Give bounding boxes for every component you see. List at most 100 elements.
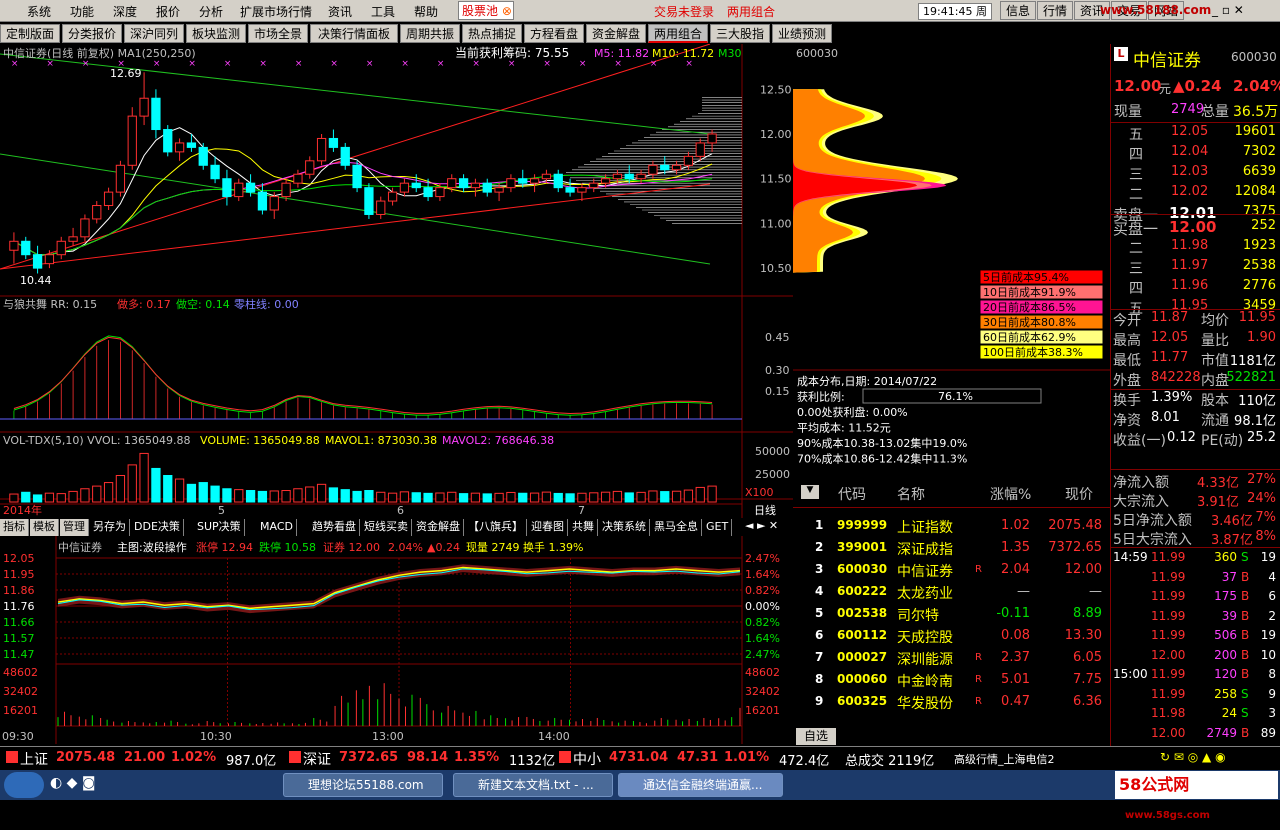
subtab-6[interactable]: MACD — [257, 519, 297, 536]
tab-10[interactable]: 两用组合 — [648, 24, 708, 43]
ask-volume: 7375 — [1242, 204, 1276, 219]
chip-legend-text-4: 60日前成本62.9% — [983, 330, 1076, 344]
intraday-vol-tick-r-2: 16201 — [745, 704, 780, 717]
volume-bar — [293, 488, 303, 503]
watchlist-row[interactable]: 7 000027 深圳能源 R 2.37 6.05 — [793, 650, 1110, 670]
menu-item-4[interactable]: 分析 — [199, 3, 223, 20]
watchlist-price: 7372.65 — [1048, 540, 1102, 555]
subtab-7[interactable]: 趋势看盘 — [309, 519, 360, 536]
index-pct: 1.02% — [171, 750, 217, 765]
watchlist-row[interactable]: 1 999999 上证指数 1.02 2075.48 — [793, 518, 1110, 538]
intraday-left-tick-3: 11.76 — [3, 600, 35, 613]
taskbar-window-0[interactable]: 理想论坛55188.com — [283, 773, 443, 797]
kline-chart[interactable]: 12.50 12.00 11.50 11.00 10.50 × × × × × × × × × × × × × ×… — [0, 44, 793, 547]
subtab-5[interactable]: SUP决策 — [194, 519, 245, 536]
subtab-9[interactable]: 资金解盘 — [413, 519, 464, 536]
quicklaunch-icons[interactable]: ◐ ◆ ◙ — [50, 775, 95, 791]
tab-0[interactable]: 定制版面 — [0, 24, 60, 43]
watchlist-row[interactable]: 9 600325 华发股份 R 0.47 6.36 — [793, 694, 1110, 714]
subtab-0[interactable]: 指标 — [0, 519, 29, 536]
tab-4[interactable]: 市场全景 — [248, 24, 308, 43]
bid-price: 11.96 — [1171, 278, 1209, 293]
bid-volume: 1923 — [1242, 238, 1276, 253]
watchlist-row[interactable]: 4 600222 太龙药业 — — — [793, 584, 1110, 604]
subtab-4[interactable]: DDE决策 — [131, 519, 184, 536]
subtab-12[interactable]: 共舞 — [569, 519, 598, 536]
watchlist-row[interactable]: 2 399001 深证成指 1.35 7372.65 — [793, 540, 1110, 560]
intraday-limit-down: 跌停 10.58 — [259, 540, 316, 554]
stock-logo-icon: L — [1114, 47, 1128, 61]
bid-level-label: 三 — [1129, 261, 1143, 277]
window-controls[interactable]: _ ▫ ✕ — [1212, 3, 1244, 17]
subtab-1[interactable]: 模板 — [30, 519, 59, 536]
tab-8[interactable]: 方程看盘 — [524, 24, 584, 43]
candle — [186, 142, 197, 148]
chip-legend-text-5: 100日前成本38.3% — [983, 345, 1083, 359]
tick-side: B — [1241, 569, 1250, 584]
watchlist-row[interactable]: 6 600112 天成控股 0.08 13.30 — [793, 628, 1110, 648]
subtab-scroll[interactable]: ◄ ► ✕ — [745, 519, 778, 532]
subtab-10[interactable]: 【八旗兵】 — [465, 519, 527, 536]
index-name[interactable]: 深证 — [303, 749, 331, 769]
volume-bar — [352, 490, 362, 503]
watchlist-header-0[interactable]: 代码 — [838, 484, 866, 504]
menu-item-6[interactable]: 资讯 — [328, 3, 352, 20]
quote-now-vol: 2749 — [1171, 102, 1205, 117]
trade-status[interactable]: 交易未登录 — [654, 3, 714, 20]
menu-item-2[interactable]: 深度 — [113, 3, 137, 20]
taskbar-window-2[interactable]: 通达信金融终端通赢... — [618, 773, 783, 797]
menu-item-3[interactable]: 报价 — [156, 3, 180, 20]
ask-volume: 12084 — [1234, 184, 1276, 199]
watchlist-pct: 1.02 — [1001, 518, 1030, 533]
y-tick-0: 12.50 — [760, 83, 792, 96]
menu-item-0[interactable]: 系统 — [27, 3, 51, 20]
tab-9[interactable]: 资金解盘 — [586, 24, 646, 43]
menu-item-5[interactable]: 扩展市场行情 — [240, 3, 312, 20]
volume-bar — [21, 491, 31, 503]
tick-time: 14:59 — [1113, 550, 1148, 564]
status-icons[interactable]: ↻ ✉ ◎ ▲ ◉ — [1160, 750, 1226, 764]
top-button-0[interactable]: 信息 — [1000, 1, 1036, 20]
subtab-2[interactable]: 管理 — [60, 519, 89, 536]
subtab-13[interactable]: 决策系统 — [599, 519, 650, 536]
watchlist-header-1[interactable]: 名称 — [897, 484, 925, 504]
start-button[interactable] — [4, 772, 44, 798]
index-name[interactable]: 上证 — [20, 749, 48, 769]
subtab-14[interactable]: 黑马全息 — [651, 519, 702, 536]
volume-bar — [316, 483, 327, 503]
watchlist-header-2[interactable]: 涨幅% — [990, 484, 1031, 504]
menu-item-8[interactable]: 帮助 — [414, 3, 438, 20]
stat-label-2: 均价 — [1201, 313, 1229, 329]
watchlist-row[interactable]: 5 002538 司尔特 -0.11 8.89 — [793, 606, 1110, 626]
top-button-1[interactable]: 行情 — [1037, 1, 1073, 20]
menu-item-1[interactable]: 功能 — [70, 3, 94, 20]
tab-6[interactable]: 周期共振 — [400, 24, 460, 43]
tab-11[interactable]: 三大股指 — [710, 24, 770, 43]
signal-marker: × — [543, 59, 551, 69]
subtab-8[interactable]: 短线买卖 — [361, 519, 412, 536]
tab-7[interactable]: 热点捕捉 — [462, 24, 522, 43]
subtab-15[interactable]: GET — [703, 519, 733, 536]
stat-value-2: 25.2 — [1247, 430, 1276, 445]
watchlist-tab-favorites[interactable]: 自选 — [796, 728, 836, 745]
tab-2[interactable]: 深沪同列 — [124, 24, 184, 43]
tab-5[interactable]: 决策行情面板 — [310, 24, 398, 43]
chip-profit-label: 当前获利筹码: 75.55 — [455, 45, 569, 60]
watchlist-row[interactable]: 3 600030 中信证券 R 2.04 12.00 — [793, 562, 1110, 582]
signal-marker: × — [472, 59, 480, 69]
taskbar-window-1[interactable]: 新建文本文档.txt - ... — [453, 773, 613, 797]
subtab-3[interactable]: 另存为 — [90, 519, 130, 536]
combo-status[interactable]: 两用组合 — [727, 3, 775, 20]
intraday-chart[interactable]: 12.05 2.47% 11.95 1.64% 11.86 0.82% 11.76 0.00%… — [0, 536, 793, 744]
stock-pool-button[interactable]: 股票池 ⊗ — [458, 1, 514, 20]
index-name[interactable]: 中小 — [573, 749, 601, 769]
watchlist-row[interactable]: 8 000060 中金岭南 R 5.01 7.75 — [793, 672, 1110, 692]
watchlist-menu-button[interactable]: ▼ — [801, 485, 819, 499]
menu-item-7[interactable]: 工具 — [371, 3, 395, 20]
tab-12[interactable]: 业绩预测 — [772, 24, 832, 43]
watchlist-header-3[interactable]: 现价 — [1065, 484, 1093, 504]
tab-3[interactable]: 板块监测 — [186, 24, 246, 43]
volume-bar — [44, 492, 55, 503]
subtab-11[interactable]: 迎春图 — [528, 519, 568, 536]
tab-1[interactable]: 分类报价 — [62, 24, 122, 43]
